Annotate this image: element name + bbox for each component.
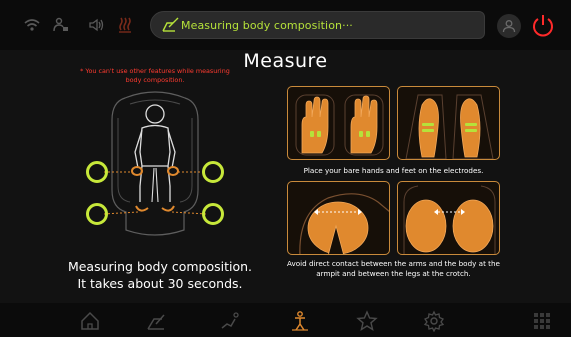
foot-electrode-left: [86, 203, 108, 225]
favorites-icon[interactable]: [356, 310, 378, 332]
status-message: Measuring body composition···: [181, 18, 353, 32]
stretch-icon[interactable]: [219, 310, 241, 332]
armpit-contact-panel: [287, 181, 390, 255]
home-icon[interactable]: [79, 310, 101, 332]
wifi-icon[interactable]: [22, 15, 42, 35]
user-icon[interactable]: [497, 14, 521, 38]
measuring-line-1: Measuring body composition.: [67, 259, 253, 274]
instruction-caption-1: Place your bare hands and feet on the el…: [303, 166, 484, 175]
body-measure-screen: Measuring body composition··· Measure * …: [0, 0, 571, 337]
power-icon[interactable]: [531, 13, 555, 39]
crotch-contact-panel: [397, 181, 500, 255]
status-message-bar: Measuring body composition···: [150, 11, 485, 39]
pen-icon: [161, 17, 179, 33]
apps-grid-icon[interactable]: [531, 310, 553, 332]
massage-icon[interactable]: [146, 310, 168, 332]
status-bar: Measuring body composition···: [0, 0, 571, 50]
body-measure-icon[interactable]: [289, 310, 311, 332]
foot-electrode-right: [202, 203, 224, 225]
hand-electrode-right: [202, 161, 224, 183]
measuring-status-text: Measuring body composition. It takes abo…: [60, 258, 260, 292]
massage-chair-illustration: [80, 90, 230, 240]
heat-icon[interactable]: [115, 15, 135, 35]
settings-icon[interactable]: [423, 310, 445, 333]
volume-icon[interactable]: [87, 15, 107, 35]
warning-text: * You can't use other features while mea…: [80, 67, 230, 84]
hands-electrode-panel: [287, 86, 390, 160]
measuring-line-2: It takes about 30 seconds.: [77, 276, 243, 291]
user-lock-icon[interactable]: [51, 15, 71, 35]
hand-electrode-left: [86, 161, 108, 183]
instruction-caption-2: Avoid direct contact between the arms an…: [287, 259, 500, 278]
feet-electrode-panel: [397, 86, 500, 160]
bottom-nav-bar: [0, 303, 571, 337]
